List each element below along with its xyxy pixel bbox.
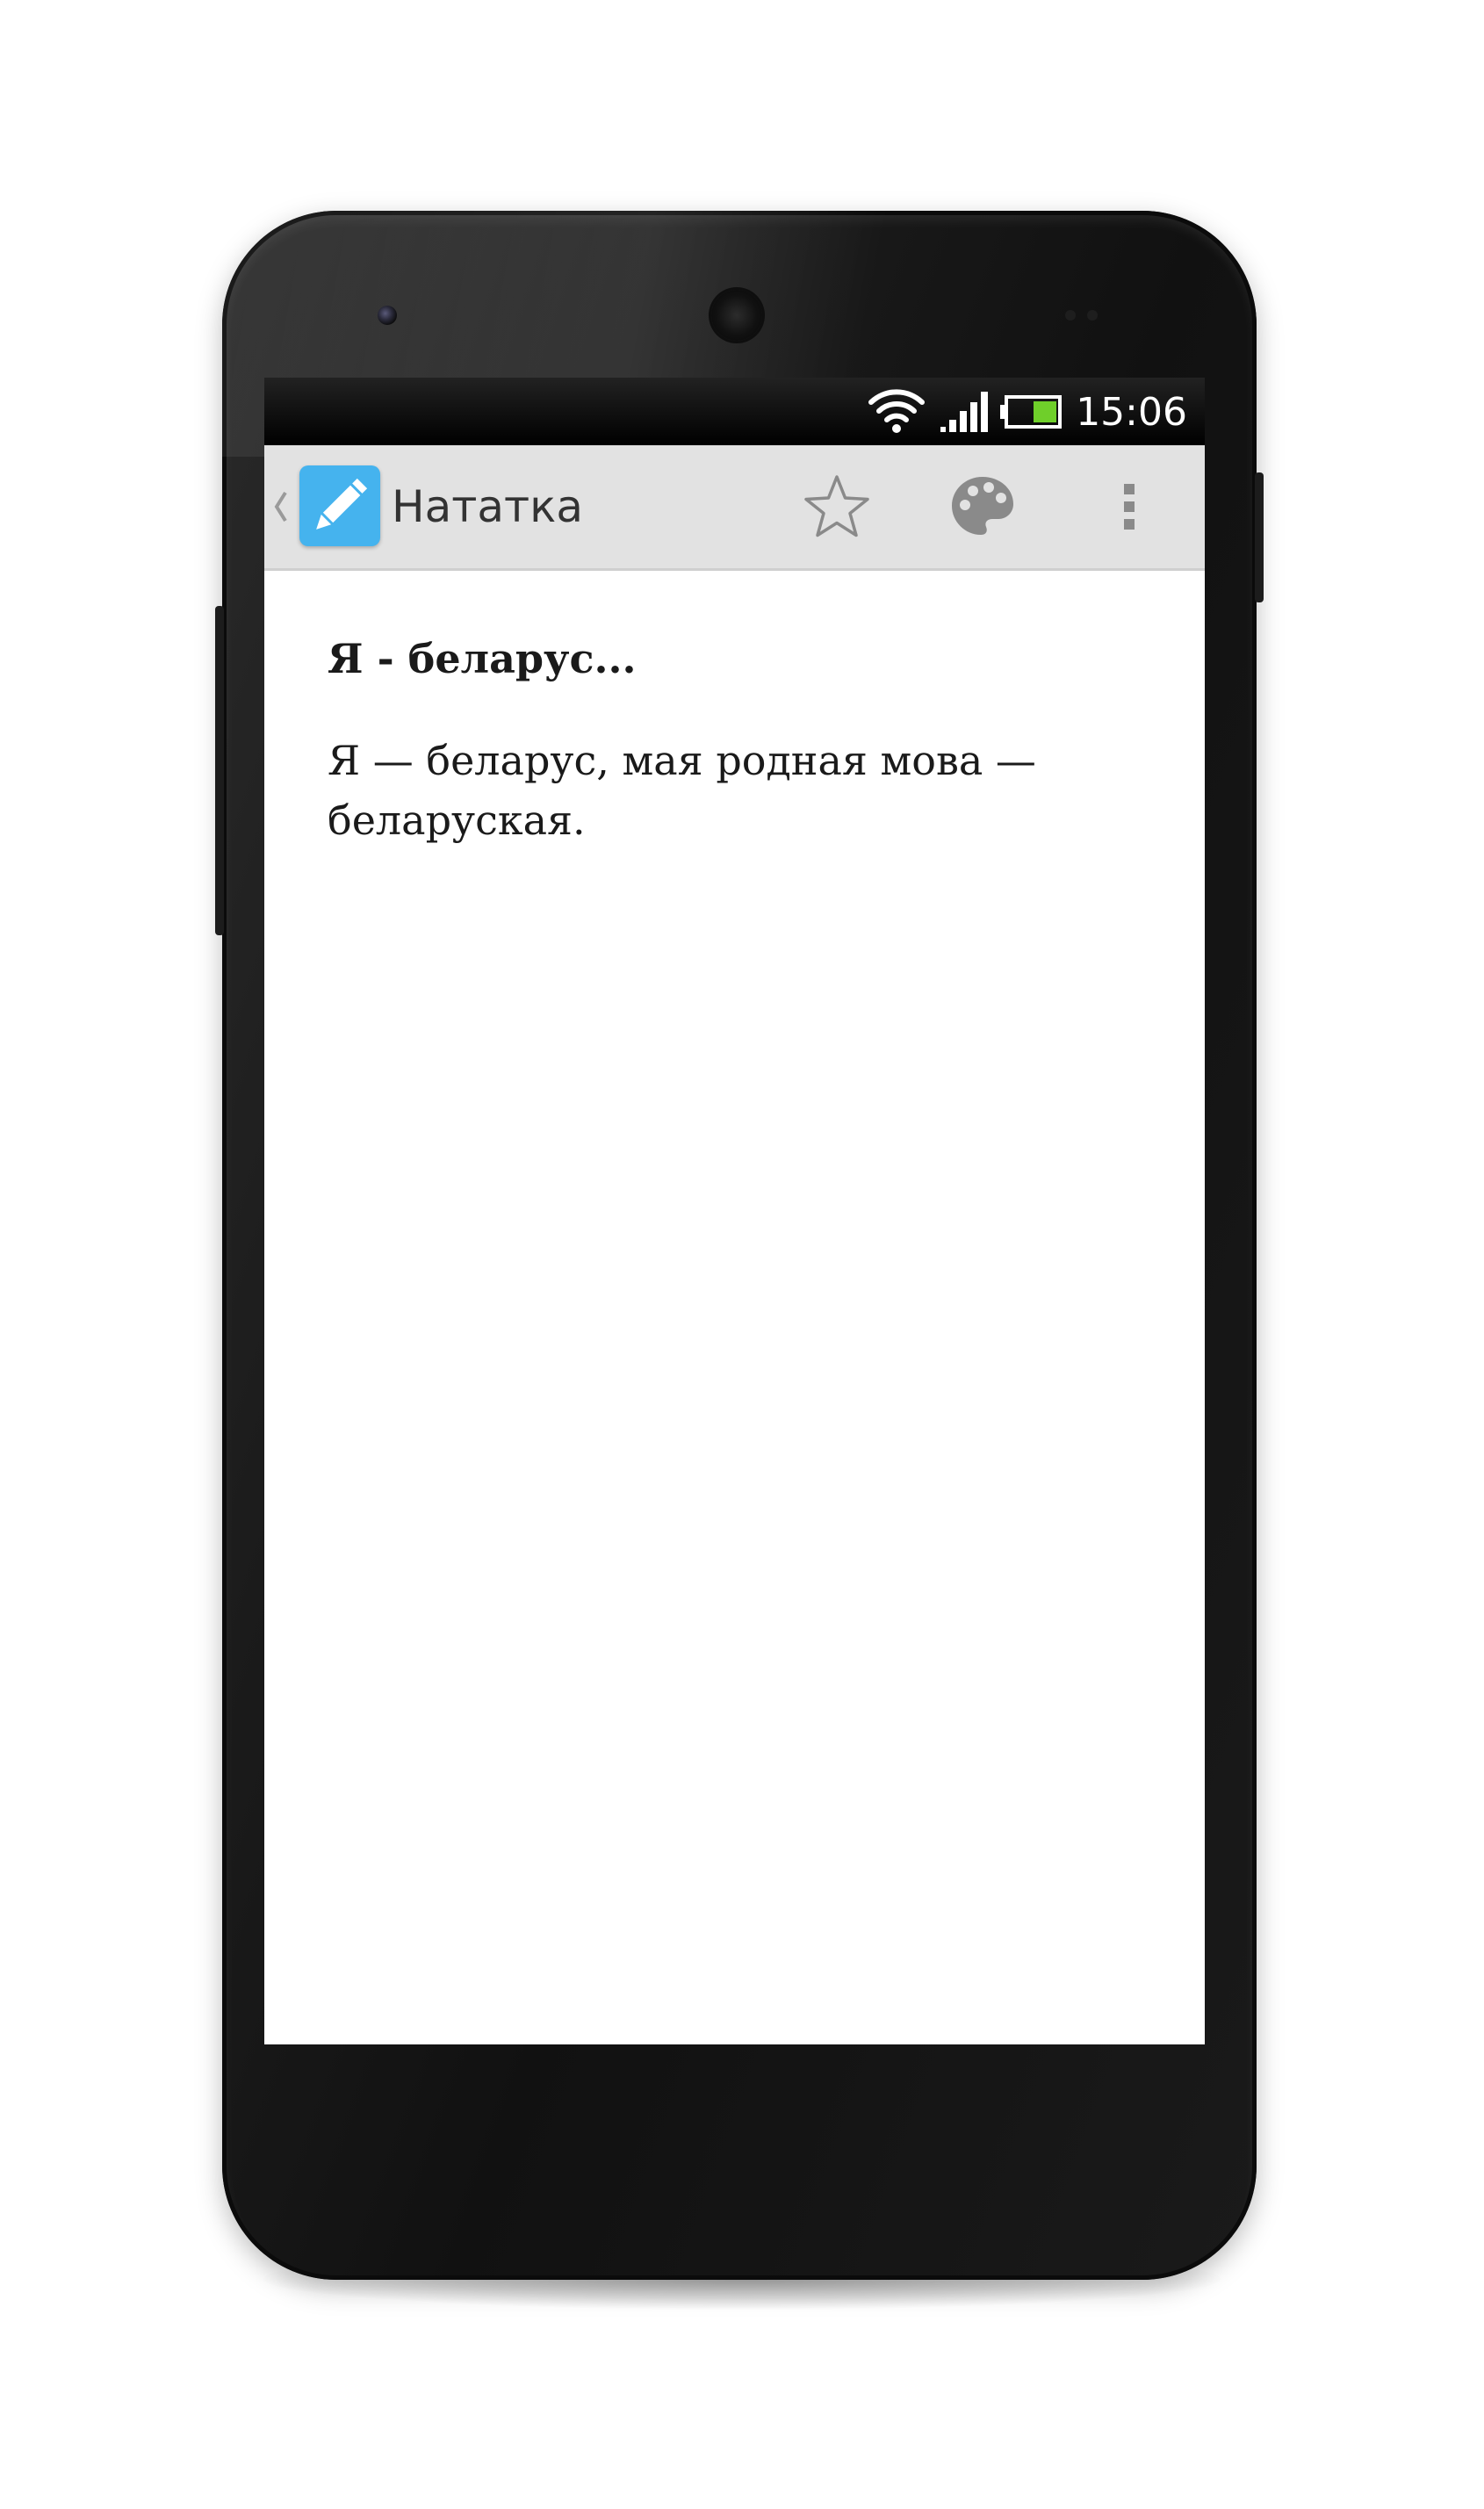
page-title: Нататка [392, 481, 583, 532]
app-icon[interactable] [299, 465, 380, 546]
battery-icon [1000, 395, 1062, 432]
color-button[interactable] [939, 463, 1027, 551]
note-body[interactable]: Я — беларус, мая родная мова — беларуска… [328, 731, 1144, 850]
note-content[interactable]: Я - беларус... Я — беларус, мая родная м… [328, 632, 1144, 850]
note-title[interactable]: Я - беларус... [328, 632, 1144, 685]
overflow-menu-icon [1124, 484, 1135, 530]
star-icon [804, 475, 869, 537]
front-camera-icon [378, 306, 397, 325]
back-chevron-icon[interactable] [273, 480, 289, 533]
earpiece-speaker [711, 290, 762, 341]
status-time: 15:06 [1076, 390, 1187, 435]
phone-screen: 15:06 Нататка Я - беларус... Я — беларус… [264, 378, 1205, 2044]
overflow-menu-button[interactable] [1085, 463, 1173, 551]
light-sensor [1087, 310, 1098, 321]
power-button [1255, 472, 1264, 602]
wifi-icon [868, 385, 926, 437]
status-bar: 15:06 [264, 378, 1205, 445]
pencil-icon [316, 478, 368, 530]
favorite-button[interactable] [793, 463, 881, 551]
palette-icon [952, 477, 1013, 535]
stage: 15:06 Нататка Я - беларус... Я — беларус… [0, 0, 1484, 2509]
volume-button [215, 606, 224, 935]
signal-icon [940, 390, 991, 437]
proximity-sensor [1065, 310, 1076, 321]
action-bar: Нататка [264, 445, 1205, 571]
